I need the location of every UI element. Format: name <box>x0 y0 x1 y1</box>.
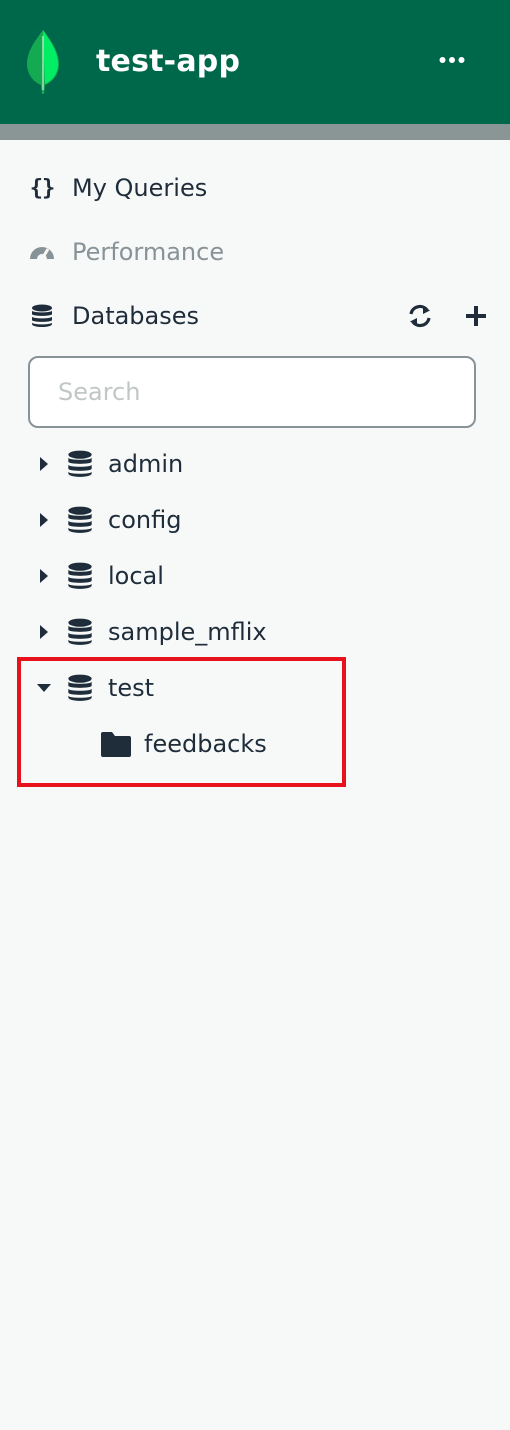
database-icon <box>68 562 92 589</box>
folder-icon <box>101 732 131 757</box>
database-name: config <box>108 506 182 534</box>
database-icon <box>68 450 92 477</box>
database-name: local <box>108 562 164 590</box>
more-horizontal-icon <box>439 57 465 63</box>
database-icon <box>68 506 92 533</box>
caret-right-icon[interactable] <box>34 564 54 588</box>
app-title: test-app <box>96 44 241 79</box>
database-item[interactable]: sample_mflix <box>0 606 510 658</box>
database-icon <box>26 300 58 332</box>
caret-down-icon[interactable] <box>34 676 54 700</box>
nav-performance[interactable]: Performance <box>0 228 510 276</box>
gauge-icon <box>26 236 58 268</box>
database-item[interactable]: config <box>0 494 510 546</box>
collection-name: feedbacks <box>144 730 267 758</box>
curly-braces-icon: {} <box>29 175 55 201</box>
collection-item[interactable]: feedbacks <box>0 718 510 770</box>
database-item[interactable]: test <box>0 662 510 714</box>
database-icon <box>68 674 92 701</box>
databases-label: Databases <box>72 302 200 330</box>
refresh-icon <box>409 304 431 328</box>
my-queries-label: My Queries <box>72 174 208 202</box>
database-name: sample_mflix <box>108 618 267 646</box>
database-name: test <box>108 674 155 702</box>
database-item[interactable]: local <box>0 550 510 602</box>
nav-my-queries[interactable]: {} My Queries <box>0 164 510 212</box>
performance-label: Performance <box>72 238 225 266</box>
caret-right-icon[interactable] <box>34 452 54 476</box>
caret-right-icon[interactable] <box>34 508 54 532</box>
more-options-button[interactable] <box>430 44 474 76</box>
database-item[interactable]: admin <box>0 438 510 490</box>
search-input[interactable] <box>28 356 476 428</box>
refresh-databases-button[interactable] <box>402 298 438 334</box>
caret-right-icon[interactable] <box>34 620 54 644</box>
app-header: test-app <box>0 0 510 124</box>
database-icon <box>68 618 92 645</box>
mongodb-leaf-logo <box>27 30 59 94</box>
add-database-button[interactable] <box>458 298 494 334</box>
database-name: admin <box>108 450 184 478</box>
plus-icon <box>466 306 486 326</box>
header-divider <box>0 124 510 140</box>
